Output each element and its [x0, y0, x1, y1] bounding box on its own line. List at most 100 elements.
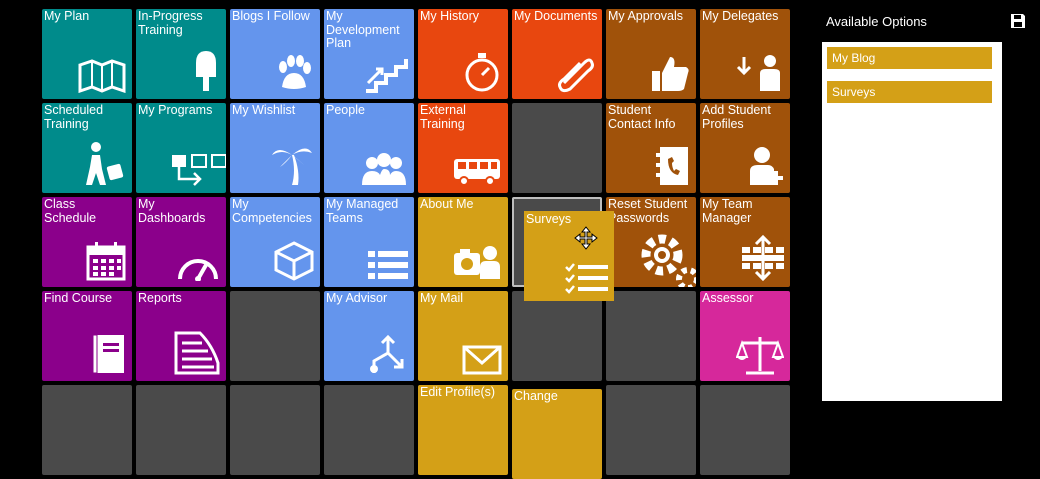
tile-label: My Advisor — [326, 291, 388, 305]
empty-slot[interactable] — [606, 291, 696, 381]
tile-change[interactable]: Change — [512, 389, 602, 479]
branch-arrow-icon — [370, 334, 404, 373]
tile-my-managed-teams[interactable]: My Managed Teams — [324, 197, 414, 287]
traveler-icon — [86, 142, 124, 185]
tile-label: My Plan — [44, 9, 90, 23]
dragging-tile-surveys[interactable]: Surveys — [524, 211, 614, 301]
available-options-panel: My Blog Surveys — [822, 42, 1002, 401]
tile-label: Blogs I Follow — [232, 9, 310, 23]
report-icon — [174, 331, 220, 375]
tile-blogs-i-follow[interactable]: Blogs I Follow — [230, 9, 320, 99]
tile-edit-profiles[interactable]: Edit Profile(s) — [418, 385, 508, 475]
panel-title: Available Options — [826, 14, 927, 29]
tile-student-contact-info[interactable]: Student Contact Info — [606, 103, 696, 193]
tile-label: Find Course — [44, 291, 113, 305]
tile-label: My Development Plan — [326, 9, 400, 50]
empty-slot[interactable] — [230, 385, 320, 475]
empty-slot[interactable] — [606, 385, 696, 475]
empty-slot[interactable] — [230, 291, 320, 381]
tile-scheduled-training[interactable]: Scheduled Training — [42, 103, 132, 193]
tile-my-approvals[interactable]: My Approvals — [606, 9, 696, 99]
empty-slot[interactable] — [700, 385, 790, 475]
tile-label: Change — [514, 389, 558, 403]
tile-label: My Mail — [420, 291, 464, 305]
empty-slot[interactable] — [136, 385, 226, 475]
tile-find-course[interactable]: Find Course — [42, 291, 132, 381]
tile-add-student-profiles[interactable]: Add Student Profiles — [700, 103, 790, 193]
tile-label: Reset Student Passwords — [608, 197, 688, 225]
move-cursor-icon — [574, 226, 598, 250]
tile-label: My Delegates — [702, 9, 779, 23]
calendar-icon — [86, 242, 126, 281]
stopwatch-icon — [465, 53, 499, 92]
tile-label: Add Student Profiles — [702, 103, 771, 131]
tile-my-plan[interactable]: My Plan — [42, 9, 132, 99]
tile-label: My Approvals — [608, 9, 684, 23]
tile-reset-student-passwords[interactable]: Reset Student Passwords — [606, 197, 696, 287]
envelope-icon — [462, 345, 502, 375]
empty-slot[interactable] — [512, 291, 602, 381]
gears-icon — [641, 234, 696, 287]
tile-label: My Documents — [514, 9, 598, 23]
popsicle-icon — [196, 51, 216, 91]
tile-label: People — [326, 103, 365, 117]
tile-class-schedule[interactable]: Class Schedule — [42, 197, 132, 287]
tile-label: Edit Profile(s) — [420, 385, 496, 399]
save-icon[interactable] — [1010, 13, 1026, 29]
tile-assessor[interactable]: Assessor — [700, 291, 790, 381]
add-user-icon — [750, 147, 783, 185]
cube-icon — [274, 241, 314, 281]
tile-label: My Wishlist — [232, 103, 296, 117]
gauge-icon — [178, 259, 218, 281]
stairs-icon — [366, 59, 408, 93]
tile-my-dashboards[interactable]: My Dashboards — [136, 197, 226, 287]
thumbs-up-icon — [652, 57, 689, 91]
tile-my-programs[interactable]: My Programs — [136, 103, 226, 193]
tile-label: Surveys — [526, 212, 572, 226]
tile-my-documents[interactable]: My Documents — [512, 9, 602, 99]
tile-my-competencies[interactable]: My Competencies — [230, 197, 320, 287]
tile-reports[interactable]: Reports — [136, 291, 226, 381]
tile-label: Student Contact Info — [608, 103, 676, 131]
tile-label: Scheduled Training — [44, 103, 104, 131]
option-surveys[interactable]: Surveys — [827, 81, 992, 103]
empty-slot[interactable] — [512, 103, 602, 193]
paperclip-icon — [558, 58, 594, 93]
tile-label: My History — [420, 9, 480, 23]
camera-person-icon — [454, 246, 500, 279]
people-icon — [362, 153, 406, 185]
tile-label: My Managed Teams — [326, 197, 399, 225]
tile-label: Class Schedule — [44, 197, 97, 225]
tile-label: My Competencies — [232, 197, 312, 225]
contact-book-icon — [656, 147, 688, 185]
tile-my-development-plan[interactable]: My Development Plan — [324, 9, 414, 99]
tile-my-team-manager[interactable]: My Team Manager — [700, 197, 790, 287]
tile-people[interactable]: People — [324, 103, 414, 193]
tile-in-progress-training[interactable]: In-Progress Training — [136, 9, 226, 99]
reorder-grid-icon — [742, 235, 784, 281]
palm-tree-icon — [272, 148, 312, 185]
tile-label: In-Progress Training — [138, 9, 203, 37]
empty-slot[interactable] — [42, 385, 132, 475]
map-icon — [78, 59, 126, 93]
tile-label: My Team Manager — [702, 197, 753, 225]
tile-my-history[interactable]: My History — [418, 9, 508, 99]
book-icon — [92, 334, 124, 374]
tile-my-advisor[interactable]: My Advisor — [324, 291, 414, 381]
tile-my-mail[interactable]: My Mail — [418, 291, 508, 381]
tile-label: My Dashboards — [138, 197, 206, 225]
empty-slot[interactable] — [324, 385, 414, 475]
checklist-icon — [565, 263, 608, 294]
tile-label: My Programs — [138, 103, 213, 117]
bus-icon — [454, 159, 500, 186]
option-my-blog[interactable]: My Blog — [827, 47, 992, 69]
list-icon — [368, 251, 408, 279]
delegate-person-icon — [736, 55, 780, 91]
tile-my-wishlist[interactable]: My Wishlist — [230, 103, 320, 193]
tile-external-training[interactable]: External Training — [418, 103, 508, 193]
programs-flow-icon — [172, 154, 226, 186]
tile-label: Assessor — [702, 291, 754, 305]
tile-about-me[interactable]: About Me — [418, 197, 508, 287]
tile-my-delegates[interactable]: My Delegates — [700, 9, 790, 99]
scales-icon — [736, 337, 784, 375]
